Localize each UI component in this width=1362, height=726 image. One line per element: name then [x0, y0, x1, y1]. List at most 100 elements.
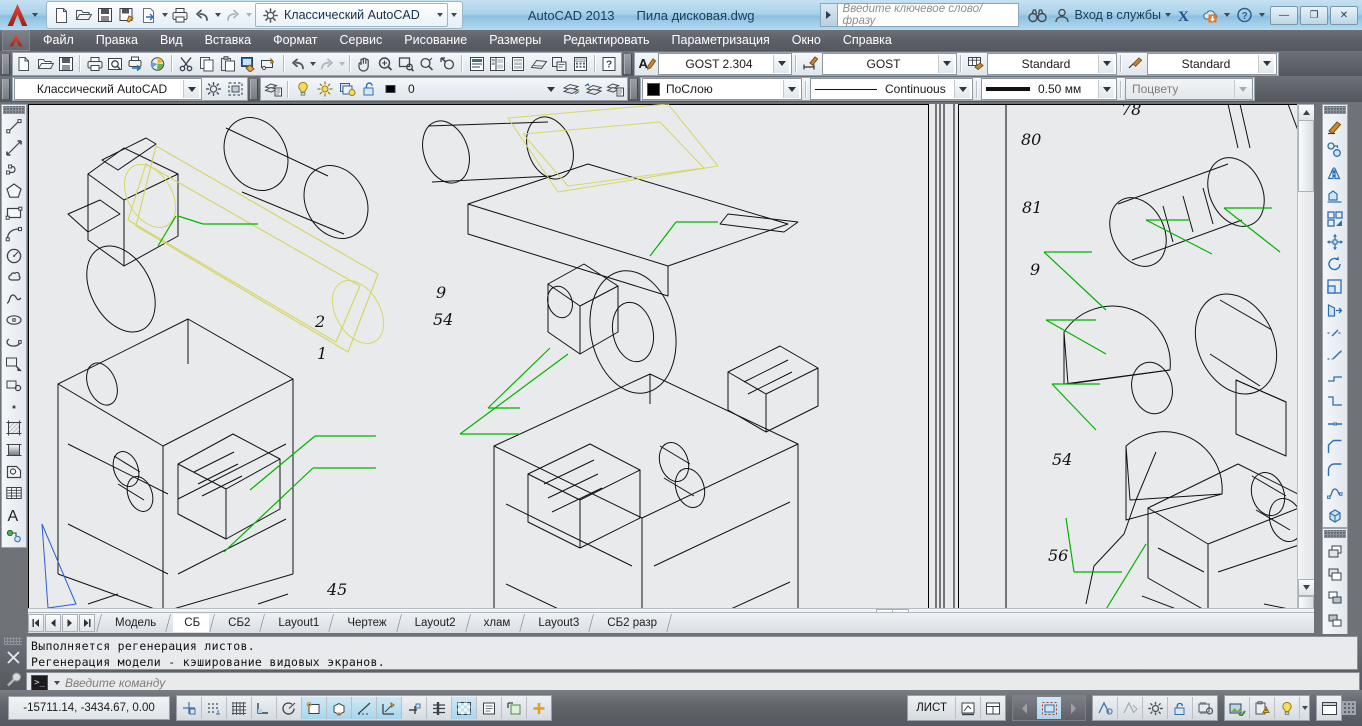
ellipse-arc-icon[interactable]	[2, 331, 26, 353]
table-icon[interactable]	[2, 482, 26, 504]
tab-sb2[interactable]: СБ2	[217, 614, 259, 632]
resize-grip[interactable]	[1342, 701, 1356, 715]
search-input[interactable]: Введите ключевое слово/фразу	[836, 3, 1019, 27]
quickcalc-icon[interactable]	[570, 54, 591, 74]
workspace-switcher[interactable]: Классический AutoCAD	[255, 3, 448, 27]
chevron-down-icon[interactable]	[31, 4, 40, 26]
chevron-down-icon[interactable]	[1163, 4, 1172, 26]
menu-item-edit[interactable]: Правка	[85, 30, 149, 51]
command-input[interactable]: Введите команду	[65, 676, 165, 690]
chevron-down-icon[interactable]	[1098, 54, 1114, 73]
explode-icon[interactable]	[1323, 504, 1347, 527]
hatch-icon[interactable]	[2, 418, 26, 440]
save-icon[interactable]	[56, 54, 77, 74]
layer-properties-icon[interactable]	[262, 79, 284, 99]
undo-icon[interactable]	[288, 54, 309, 74]
menu-item-modify[interactable]: Редактировать	[552, 30, 660, 51]
wrench-icon[interactable]	[1, 668, 25, 690]
space-label[interactable]: ЛИСТ	[908, 697, 956, 719]
infocenter-expand-icon[interactable]	[819, 3, 837, 27]
chevron-down-icon[interactable]	[1098, 80, 1114, 98]
scroll-up-icon[interactable]	[1298, 104, 1314, 121]
chevron-down-icon[interactable]	[773, 54, 789, 73]
menu-item-view[interactable]: Вид	[149, 30, 194, 51]
table-style-combo[interactable]: Standard	[987, 52, 1117, 75]
tab-layout1[interactable]: Layout1	[267, 614, 328, 632]
chevron-down-icon[interactable]	[1222, 4, 1231, 26]
blend-curves-icon[interactable]	[1323, 481, 1347, 504]
multiline-text-icon[interactable]: A	[2, 504, 26, 526]
3d-object-snap-icon[interactable]	[327, 697, 352, 719]
menu-item-insert[interactable]: Вставка	[194, 30, 262, 51]
region-icon[interactable]	[2, 461, 26, 483]
user-account-icon[interactable]	[1051, 4, 1073, 26]
toolbar-grip[interactable]	[630, 79, 638, 99]
qat-customize-icon[interactable]	[450, 4, 459, 26]
scroll-thumb[interactable]	[1298, 120, 1314, 192]
binoculars-icon[interactable]	[1027, 4, 1049, 26]
infer-constraints-icon[interactable]	[177, 697, 202, 719]
save-icon[interactable]	[94, 4, 116, 26]
menu-item-tools[interactable]: Сервис	[328, 30, 393, 51]
spline-icon[interactable]	[2, 288, 26, 310]
ellipse-icon[interactable]	[2, 310, 26, 332]
match-properties-icon[interactable]	[238, 54, 259, 74]
plotstyle-combo[interactable]: Поцвету	[1125, 78, 1253, 100]
rectangle-icon[interactable]	[2, 202, 26, 224]
help-icon[interactable]: ?	[599, 54, 620, 74]
signin-label[interactable]: Вход в службы	[1075, 8, 1161, 22]
viewport-layout-icon[interactable]	[981, 697, 1005, 719]
toolbar-grip[interactable]	[2, 79, 10, 99]
workspace-display-icon[interactable]	[224, 79, 246, 99]
linetype-combo[interactable]: Continuous	[810, 78, 973, 100]
gradient-icon[interactable]	[2, 439, 26, 461]
object-snap-icon[interactable]	[302, 697, 327, 719]
ortho-mode-icon[interactable]	[252, 697, 277, 719]
workspace-switch-icon[interactable]	[1143, 697, 1168, 719]
chevron-down-icon[interactable]	[244, 4, 253, 26]
layer-unlock-icon[interactable]	[358, 79, 380, 99]
trim-icon[interactable]	[1323, 322, 1347, 345]
workspace-settings-icon[interactable]	[202, 79, 224, 99]
designcenter-icon[interactable]	[487, 54, 508, 74]
command-history[interactable]: Выполняется регенерация листов. Регенера…	[26, 636, 1358, 670]
transparency-icon[interactable]	[452, 697, 477, 719]
add-selected-icon[interactable]	[2, 525, 26, 547]
close-button[interactable]: ✕	[1330, 5, 1358, 25]
plot-preview-icon[interactable]	[105, 54, 126, 74]
snap-mode-icon[interactable]	[202, 697, 227, 719]
application-menu-button[interactable]	[2, 1, 42, 29]
stretch-icon[interactable]	[1323, 299, 1347, 322]
chevron-down-icon[interactable]	[1257, 4, 1266, 26]
lineweight-icon[interactable]	[427, 697, 452, 719]
layer-combo[interactable]: 0	[402, 79, 560, 99]
menu-item-help[interactable]: Справка	[832, 30, 903, 51]
prev-tab-icon[interactable]	[45, 614, 61, 632]
layer-previous-icon[interactable]	[560, 79, 582, 99]
cut-icon[interactable]	[176, 54, 197, 74]
workspace-combo[interactable]: Классический AutoCAD	[14, 78, 202, 100]
object-snap-tracking-icon[interactable]	[352, 697, 377, 719]
dimension-style-combo[interactable]: GOST	[822, 52, 957, 75]
undo-dropdown-icon[interactable]	[308, 53, 317, 75]
export-icon[interactable]	[138, 4, 160, 26]
toolbar-grip[interactable]	[624, 53, 632, 74]
layer-lock-viewport-icon[interactable]	[336, 79, 358, 99]
tab-sb[interactable]: СБ	[173, 614, 210, 632]
canvas-vertical-scrollbar[interactable]	[1297, 104, 1314, 612]
polygon-icon[interactable]	[2, 180, 26, 202]
tab-model[interactable]: Модель	[104, 614, 165, 632]
tab-layout3[interactable]: Layout3	[527, 614, 588, 632]
pan-icon[interactable]	[354, 54, 375, 74]
tab-hlam[interactable]: хлам	[473, 614, 520, 632]
break-icon[interactable]	[1323, 390, 1347, 413]
polyline-icon[interactable]	[2, 159, 26, 181]
zoom-previous-icon[interactable]	[437, 54, 458, 74]
menu-item-format[interactable]: Формат	[262, 30, 328, 51]
menu-item-file[interactable]: Файл	[32, 30, 85, 51]
plot-icon[interactable]	[84, 54, 105, 74]
menu-item-window[interactable]: Окно	[781, 30, 832, 51]
array-icon[interactable]	[1323, 207, 1347, 230]
new-file-icon[interactable]	[14, 54, 35, 74]
layer-states-icon[interactable]	[604, 79, 626, 99]
